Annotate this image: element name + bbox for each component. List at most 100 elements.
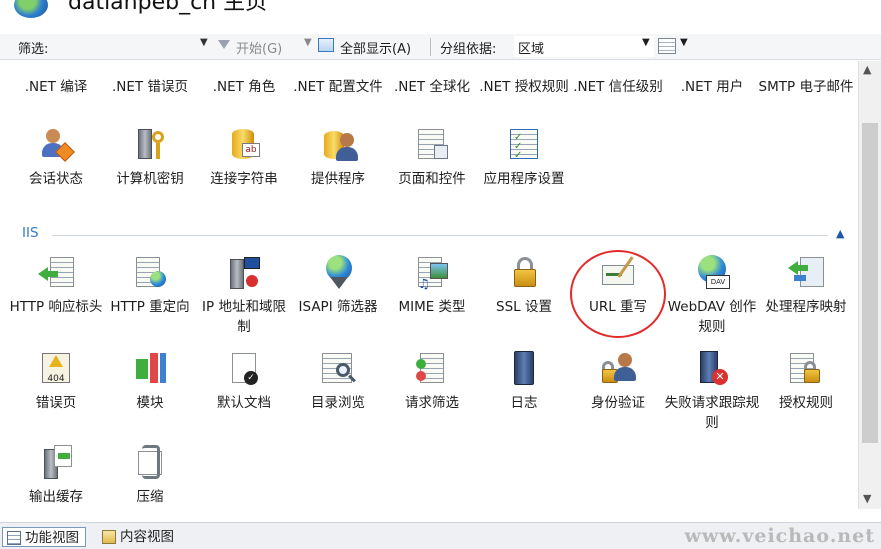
feature-dotnet-compilation[interactable]: .NET 编译: [8, 77, 104, 97]
feature-label: 默认文档: [217, 395, 271, 411]
feature-providers[interactable]: 提供程序: [290, 125, 386, 189]
show-all-icon: [318, 38, 334, 52]
feature-error-pages[interactable]: 404 错误页: [8, 349, 104, 413]
feature-mime-types[interactable]: ♫ MIME 类型: [384, 253, 480, 317]
section-title: IIS: [22, 225, 39, 241]
tab-content-view[interactable]: 内容视图: [98, 527, 180, 547]
feature-default-document[interactable]: ✓ 默认文档: [196, 349, 292, 413]
feature-authentication[interactable]: 身份验证: [570, 349, 666, 413]
error-badge: 404: [47, 374, 65, 384]
pages-controls-icon: [412, 125, 452, 165]
page-header: datianpeb_cn 主页: [0, 0, 881, 18]
feature-dotnet-users[interactable]: .NET 用户: [664, 77, 760, 97]
site-globe-icon: [14, 0, 48, 18]
vertical-scrollbar[interactable]: ▲ ▼: [858, 61, 881, 509]
group-by-label: 分组依据:: [440, 42, 497, 57]
modules-icon: [130, 349, 170, 389]
directory-browsing-icon: [318, 349, 358, 389]
filter-dropdown-arrow-icon[interactable]: ▼: [200, 37, 208, 48]
iis-manager-window: datianpeb_cn 主页 筛选: ▼ 开始(G) ▼ 全部显示(A) 分组…: [0, 0, 881, 549]
feature-view-icon: [7, 531, 21, 545]
watermark: www.veichao.net: [684, 525, 875, 547]
group-by-select[interactable]: 区域: [514, 36, 654, 57]
feature-webdav-authoring-rules[interactable]: DAV WebDAV 创作规则: [664, 253, 760, 337]
content-view-icon: [102, 530, 116, 544]
providers-icon: [318, 125, 358, 165]
feature-request-filtering[interactable]: 请求筛选: [384, 349, 480, 413]
feature-isapi-filters[interactable]: ISAPI 筛选器: [290, 253, 386, 317]
feature-dotnet-authorization[interactable]: .NET 授权规则: [476, 77, 572, 97]
feature-handler-mappings[interactable]: 处理程序映射: [758, 253, 854, 317]
default-document-icon: ✓: [224, 349, 264, 389]
feature-label: .NET 授权规则: [479, 79, 569, 95]
error-pages-icon: 404: [36, 349, 76, 389]
request-filtering-icon: [412, 349, 452, 389]
handler-mappings-icon: [786, 253, 826, 293]
feature-logging[interactable]: 日志: [476, 349, 572, 413]
feature-label: .NET 用户: [680, 79, 744, 95]
feature-label: 应用程序设置: [483, 171, 565, 187]
output-caching-icon: [36, 443, 76, 483]
feature-dotnet-profile[interactable]: .NET 配置文件: [290, 77, 386, 97]
collapse-chevron-icon[interactable]: ▲: [836, 227, 844, 240]
feature-label: 处理程序映射: [765, 299, 847, 315]
group-by-dropdown-arrow-icon[interactable]: ▼: [642, 37, 650, 48]
feature-label: 模块: [136, 395, 164, 411]
view-mode-dropdown-arrow-icon[interactable]: ▼: [680, 37, 688, 48]
feature-label: 连接字符串: [210, 171, 278, 187]
feature-authorization-rules[interactable]: 授权规则: [758, 349, 854, 413]
start-dropdown-arrow-icon[interactable]: ▼: [304, 37, 312, 48]
feature-dotnet-globalization[interactable]: .NET 全球化: [384, 77, 480, 97]
feature-ip-domain-restrictions[interactable]: IP 地址和域限制: [196, 253, 292, 337]
section-divider: [52, 235, 828, 236]
feature-dotnet-trust-levels[interactable]: .NET 信任级别: [570, 77, 666, 97]
feature-ssl-settings[interactable]: SSL 设置: [476, 253, 572, 317]
feature-dotnet-error-pages[interactable]: .NET 错误页: [102, 77, 198, 97]
start-button[interactable]: 开始(G): [236, 38, 282, 57]
http-response-headers-icon: [36, 253, 76, 293]
feature-label: 会话状态: [29, 171, 83, 187]
http-redirect-icon: [130, 253, 170, 293]
feature-label: 输出缓存: [29, 489, 83, 505]
feature-directory-browsing[interactable]: 目录浏览: [290, 349, 386, 413]
app-settings-icon: ✓ ✓ ✓: [504, 125, 544, 165]
ip-domain-restrictions-icon: [224, 253, 264, 293]
feature-compression[interactable]: 压缩: [102, 443, 198, 507]
tab-feature-view[interactable]: 功能视图: [2, 527, 86, 547]
scroll-up-arrow-icon[interactable]: ▲: [863, 63, 871, 76]
webdav-icon: DAV: [692, 253, 732, 293]
feature-app-settings[interactable]: ✓ ✓ ✓ 应用程序设置: [476, 125, 572, 189]
feature-label: 提供程序: [311, 171, 365, 187]
feature-session-state[interactable]: 会话状态: [8, 125, 104, 189]
feature-label: 身份验证: [591, 395, 645, 411]
feature-output-caching[interactable]: 输出缓存: [8, 443, 104, 507]
feature-label: MIME 类型: [398, 299, 466, 315]
scroll-thumb[interactable]: [862, 123, 878, 443]
feature-machine-key[interactable]: 计算机密钥: [102, 125, 198, 189]
feature-modules[interactable]: 模块: [102, 349, 198, 413]
feature-label: WebDAV 创作规则: [667, 299, 757, 335]
view-mode-icon[interactable]: [658, 38, 676, 54]
scroll-down-arrow-icon[interactable]: ▼: [863, 492, 871, 505]
show-all-button[interactable]: 全部显示(A): [340, 38, 411, 57]
feature-http-response-headers[interactable]: HTTP 响应标头: [8, 253, 104, 317]
feature-pages-controls[interactable]: 页面和控件: [384, 125, 480, 189]
feature-http-redirect[interactable]: HTTP 重定向: [102, 253, 198, 317]
isapi-filters-icon: [318, 253, 358, 293]
feature-smtp-email[interactable]: SMTP 电子邮件: [758, 77, 854, 97]
feature-label: IP 地址和域限制: [202, 299, 286, 335]
feature-label: 页面和控件: [398, 171, 466, 187]
feature-connection-strings[interactable]: ab 连接字符串: [196, 125, 292, 189]
feature-label: HTTP 重定向: [110, 299, 190, 315]
authentication-icon: [598, 349, 638, 389]
page-title: datianpeb_cn 主页: [68, 0, 268, 15]
authorization-rules-icon: [786, 349, 826, 389]
filter-label: 筛选:: [18, 42, 49, 57]
feature-label: 目录浏览: [311, 395, 365, 411]
filter-input[interactable]: [62, 38, 212, 56]
feature-failed-request-tracing[interactable]: ✕ 失败请求跟踪规则: [664, 349, 760, 433]
iis-section-header[interactable]: IIS ▲: [22, 225, 852, 245]
machine-key-icon: [130, 125, 170, 165]
filter-funnel-icon: [218, 40, 230, 49]
feature-dotnet-roles[interactable]: .NET 角色: [196, 77, 292, 97]
